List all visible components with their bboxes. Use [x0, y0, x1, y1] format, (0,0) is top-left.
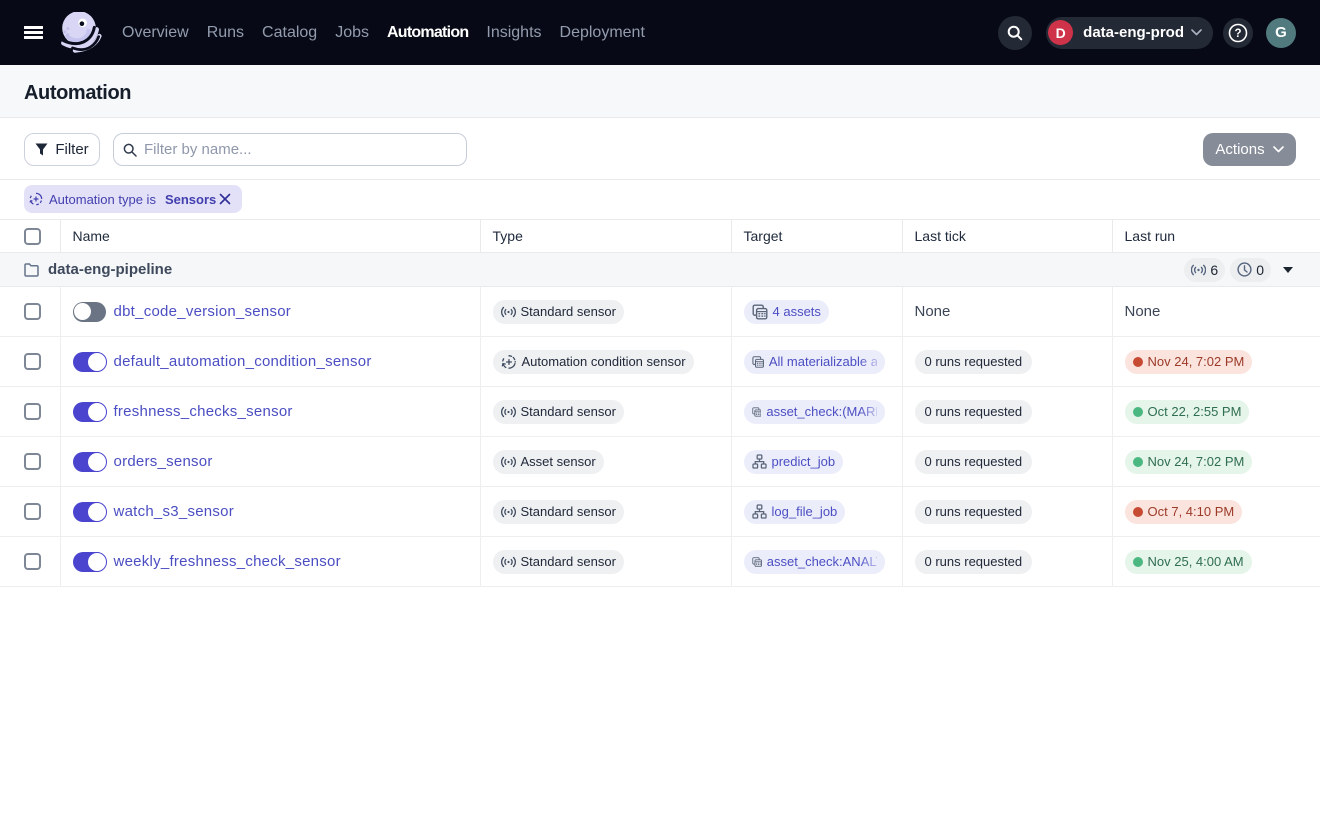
svg-text:?: ? [1234, 28, 1241, 40]
